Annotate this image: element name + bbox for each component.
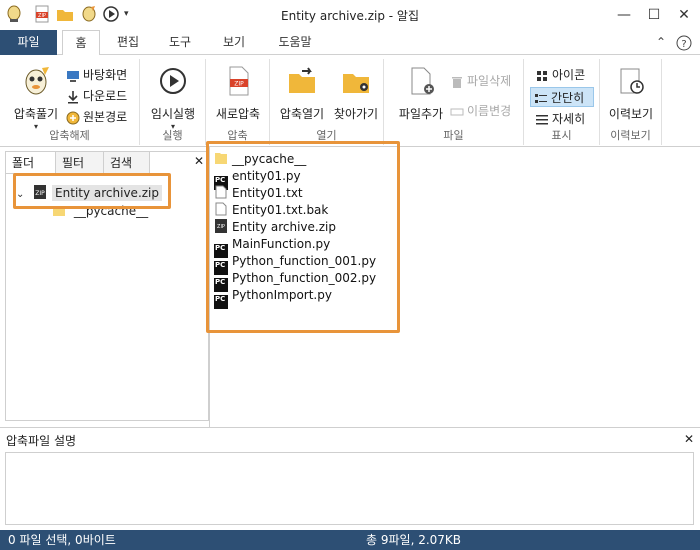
status-selection: 0 파일 선택, 0바이트 xyxy=(8,533,116,547)
window-title: Entity archive.zip - 알집 xyxy=(281,9,419,23)
original-path-icon xyxy=(66,111,80,124)
play-circle-icon xyxy=(160,68,186,94)
group-history: 이력보기 이력보기 xyxy=(600,59,662,145)
folder-pane: 폴더 필터 검색 ✕ ⌄ ZIP Entity archive.zip __py… xyxy=(5,151,209,421)
view-icon-button[interactable]: 아이콘 xyxy=(532,65,596,85)
tab-folder[interactable]: 폴더 xyxy=(6,152,56,174)
view-simple-label: 간단히 xyxy=(551,91,585,105)
tab-home[interactable]: 홈 xyxy=(62,30,100,56)
archive-description-textarea[interactable] xyxy=(5,452,694,525)
title-bar: ZIP ▾ Entity archive.zip - 알집 — ☐ ✕ xyxy=(0,0,700,30)
highlight-annotation-tree xyxy=(13,173,171,209)
collapse-ribbon-icon[interactable]: ⌃ xyxy=(656,35,666,49)
minimize-button[interactable]: — xyxy=(609,3,639,27)
group-view-mode-label: 표시 xyxy=(551,129,572,142)
download-icon xyxy=(68,90,78,103)
delete-file-button[interactable]: 파일삭제 xyxy=(450,71,511,91)
extract-downloads-button[interactable]: 다운로드 xyxy=(66,86,127,106)
desktop-icon xyxy=(67,70,79,82)
group-history-label: 이력보기 xyxy=(610,129,651,142)
extract-label: 압축풀기 xyxy=(13,107,59,121)
tab-file[interactable]: 파일 xyxy=(0,30,57,55)
status-total: 총 9파일, 2.07KB xyxy=(366,533,462,547)
file-list-pane: __pycache__ PC entity01.py Entity01.txt E… xyxy=(206,141,700,427)
new-zip-icon: ZIP xyxy=(229,66,249,96)
open-archive-button[interactable]: 압축열기 xyxy=(274,65,330,122)
detail-list-icon xyxy=(536,114,548,124)
new-compress-button[interactable]: ZIP 새로압축 xyxy=(208,65,268,122)
group-run-label: 실행 xyxy=(162,129,183,142)
history-label: 이력보기 xyxy=(608,107,654,121)
add-file-icon xyxy=(411,67,434,95)
find-location-label: 찾아가기 xyxy=(333,107,379,121)
temp-run-label: 임시실행 xyxy=(150,107,196,121)
svg-text:ZIP: ZIP xyxy=(234,81,244,88)
group-file-label: 파일 xyxy=(443,129,464,142)
tab-view[interactable]: 보기 xyxy=(212,30,256,55)
rename-button[interactable]: 이름변경 xyxy=(450,101,511,121)
temp-run-button[interactable]: 임시실행 ▾ xyxy=(144,65,202,131)
view-icon-label: 아이콘 xyxy=(552,68,586,82)
trash-icon xyxy=(452,76,462,88)
svg-text:?: ? xyxy=(681,39,686,50)
extract-desktop-label: 바탕화면 xyxy=(83,68,128,82)
grid-icon xyxy=(537,70,547,81)
group-file: 파일추가 파일삭제 이름변경 파일 xyxy=(384,59,524,145)
add-file-label: 파일추가 xyxy=(398,107,444,121)
open-folder-icon xyxy=(289,67,315,93)
tab-edit[interactable]: 편집 xyxy=(106,30,150,55)
tab-search[interactable]: 검색 xyxy=(104,152,150,174)
group-compress: ZIP 새로압축 압축 xyxy=(206,59,270,145)
group-view-mode: 아이콘 간단히 자세히 표시 xyxy=(524,59,600,145)
group-open: 압축열기 찾아가기 열기 xyxy=(270,59,384,145)
view-detail-label: 자세히 xyxy=(552,112,586,126)
extract-original-path-label: 원본경로 xyxy=(83,110,128,124)
ribbon: 압축풀기 ▾ 바탕화면 다운로드 원본경로 압축해제 임시실행 ▾ 실행 ZIP… xyxy=(0,55,700,147)
group-extract: 압축풀기 ▾ 바탕화면 다운로드 원본경로 압축해제 xyxy=(0,59,140,145)
status-bar: 0 파일 선택, 0바이트 총 9파일, 2.07KB xyxy=(0,530,700,550)
find-location-button[interactable]: 찾아가기 xyxy=(330,65,382,122)
group-extract-label: 압축해제 xyxy=(49,129,90,142)
extract-mascot-icon xyxy=(25,67,49,95)
history-button[interactable]: 이력보기 xyxy=(602,65,660,122)
description-close-icon[interactable]: ✕ xyxy=(684,432,694,446)
tab-filter[interactable]: 필터 xyxy=(56,152,104,174)
add-file-button[interactable]: 파일추가 xyxy=(392,65,450,122)
extract-downloads-label: 다운로드 xyxy=(83,89,128,103)
folder-pane-close-icon[interactable]: ✕ xyxy=(194,154,204,168)
rename-label: 이름변경 xyxy=(467,104,512,118)
highlight-annotation-files xyxy=(206,141,400,333)
maximize-button[interactable]: ☐ xyxy=(639,3,669,27)
list-icon xyxy=(535,93,547,103)
group-run: 임시실행 ▾ 실행 xyxy=(140,59,206,145)
extract-button[interactable]: 압축풀기 ▾ xyxy=(6,65,66,131)
archive-description-title: 압축파일 설명 xyxy=(6,434,77,448)
new-compress-label: 새로압축 xyxy=(215,107,261,121)
archive-description-panel: 압축파일 설명 ✕ xyxy=(0,427,700,530)
view-simple-button[interactable]: 간단히 xyxy=(530,87,594,107)
history-icon xyxy=(620,68,644,94)
folder-location-icon xyxy=(343,74,369,93)
delete-file-label: 파일삭제 xyxy=(467,74,512,88)
tab-help[interactable]: 도움말 xyxy=(265,30,325,55)
close-button[interactable]: ✕ xyxy=(669,3,699,27)
extract-original-path-button[interactable]: 원본경로 xyxy=(66,107,127,127)
open-archive-label: 압축열기 xyxy=(279,107,325,121)
extract-desktop-button[interactable]: 바탕화면 xyxy=(66,65,127,85)
help-icon[interactable]: ? xyxy=(676,35,692,51)
ribbon-tab-bar: 파일 홈 편집 도구 보기 도움말 ⌃ ? xyxy=(0,30,700,56)
view-detail-button[interactable]: 자세히 xyxy=(532,109,596,129)
tab-tools[interactable]: 도구 xyxy=(158,30,202,55)
rename-icon xyxy=(450,108,464,115)
